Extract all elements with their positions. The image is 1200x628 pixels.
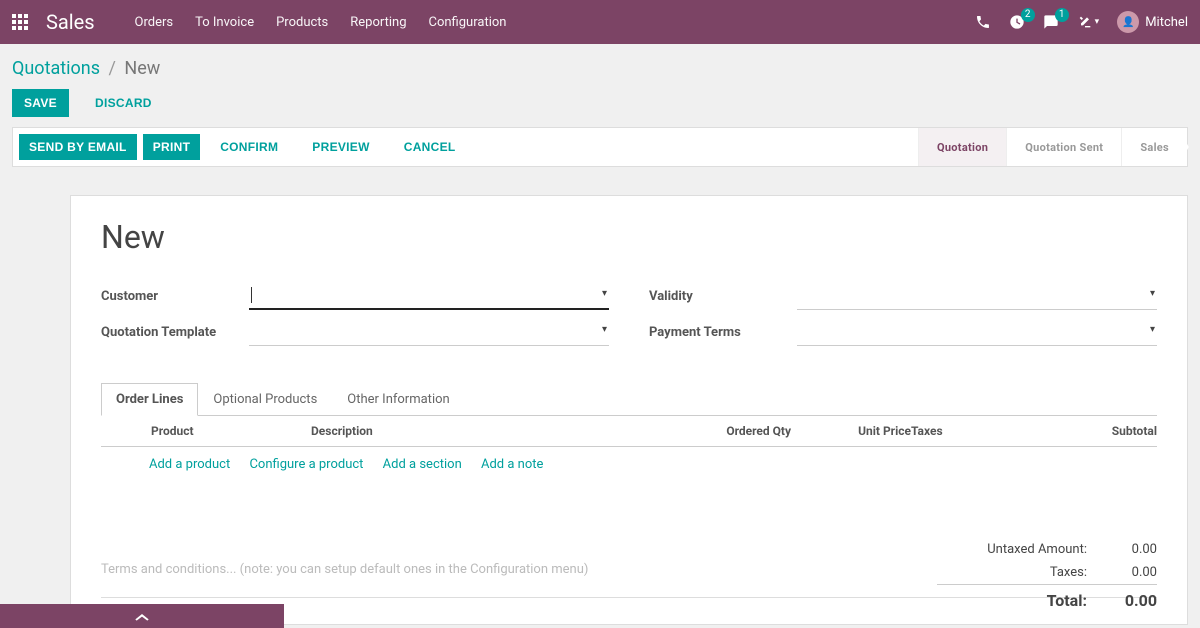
untaxed-amount-label: Untaxed Amount:	[937, 542, 1087, 557]
discuss-badge: 1	[1055, 8, 1069, 22]
confirm-button[interactable]: Confirm	[206, 134, 292, 160]
stage-quotation-sent[interactable]: Quotation Sent	[1006, 128, 1121, 166]
order-lines-header: Product Description Ordered Qty Unit Pri…	[101, 416, 1157, 447]
add-note-link[interactable]: Add a note	[481, 457, 543, 472]
add-section-link[interactable]: Add a section	[383, 457, 462, 472]
user-menu[interactable]: 👤 Mitchel	[1117, 11, 1188, 33]
send-by-email-button[interactable]: Send by Email	[19, 134, 137, 160]
cancel-button[interactable]: Cancel	[390, 134, 470, 160]
stage-indicator: Quotation Quotation Sent Sales	[918, 128, 1187, 166]
chevron-down-icon: ▾	[1150, 324, 1155, 335]
col-product: Product	[151, 424, 311, 438]
breadcrumb-root[interactable]: Quotations	[12, 58, 100, 79]
activities-badge: 2	[1021, 8, 1035, 22]
chevron-up-icon	[134, 611, 150, 621]
quotation-template-label: Quotation Template	[101, 325, 249, 346]
record-title: New	[101, 218, 1157, 256]
menu-products[interactable]: Products	[276, 15, 328, 30]
app-brand[interactable]: Sales	[46, 10, 95, 34]
total-label: Total:	[937, 591, 1087, 610]
customer-label: Customer	[101, 289, 249, 310]
tab-optional-products[interactable]: Optional Products	[198, 383, 332, 416]
notebook-tabs: Order Lines Optional Products Other Info…	[101, 382, 1157, 416]
chevron-down-icon: ▾	[602, 324, 607, 335]
control-bar: Quotations / New Save Discard Send by Em…	[0, 44, 1200, 167]
untaxed-amount-value: 0.00	[1087, 542, 1157, 557]
customer-field[interactable]: ▾	[249, 284, 609, 310]
menu-to-invoice[interactable]: To Invoice	[195, 15, 254, 30]
avatar: 👤	[1117, 11, 1139, 33]
main-menu: Orders To Invoice Products Reporting Con…	[135, 15, 507, 30]
validity-field[interactable]: ▾	[797, 284, 1157, 310]
col-description: Description	[311, 424, 611, 438]
stage-sales[interactable]: Sales	[1121, 128, 1187, 166]
col-unit-price: Unit Price	[791, 424, 911, 438]
save-button[interactable]: Save	[12, 89, 69, 117]
phone-icon[interactable]	[975, 14, 991, 30]
status-bar: Send by Email Print Confirm Preview Canc…	[12, 127, 1188, 167]
discard-button[interactable]: Discard	[83, 89, 164, 117]
breadcrumb: Quotations / New	[12, 58, 1188, 79]
menu-configuration[interactable]: Configuration	[429, 15, 507, 30]
top-nav: Sales Orders To Invoice Products Reporti…	[0, 0, 1200, 44]
taxes-label: Taxes:	[937, 565, 1087, 580]
bottom-expand-bar[interactable]	[0, 604, 284, 628]
preview-button[interactable]: Preview	[298, 134, 383, 160]
activities-icon[interactable]: 2	[1009, 14, 1025, 30]
tools-icon[interactable]: ▾	[1077, 14, 1100, 30]
col-taxes: Taxes	[911, 424, 1051, 438]
quotation-template-field[interactable]: ▾	[249, 320, 609, 346]
add-product-link[interactable]: Add a product	[149, 457, 230, 472]
chevron-down-icon: ▾	[602, 288, 607, 299]
tab-order-lines[interactable]: Order Lines	[101, 383, 198, 416]
payment-terms-label: Payment Terms	[649, 325, 797, 346]
menu-reporting[interactable]: Reporting	[350, 15, 406, 30]
apps-icon[interactable]	[12, 14, 28, 30]
line-actions: Add a product Configure a product Add a …	[101, 447, 1157, 472]
col-ordered-qty: Ordered Qty	[611, 424, 791, 438]
chevron-down-icon: ▾	[1150, 288, 1155, 299]
user-name: Mitchel	[1145, 15, 1188, 30]
form-sheet: New Customer ▾ Quotation Template ▾ Vali…	[70, 195, 1188, 625]
validity-label: Validity	[649, 289, 797, 310]
configure-product-link[interactable]: Configure a product	[249, 457, 363, 472]
taxes-value: 0.00	[1087, 565, 1157, 580]
col-subtotal: Subtotal	[1057, 424, 1157, 438]
breadcrumb-current: New	[124, 58, 160, 79]
print-button[interactable]: Print	[143, 134, 201, 160]
total-value: 0.00	[1087, 591, 1157, 610]
stage-quotation[interactable]: Quotation	[918, 128, 1006, 166]
tab-other-information[interactable]: Other Information	[332, 383, 464, 416]
discuss-icon[interactable]: 1	[1043, 14, 1059, 30]
totals: Untaxed Amount:0.00 Taxes:0.00 Total:0.0…	[937, 538, 1157, 614]
payment-terms-field[interactable]: ▾	[797, 320, 1157, 346]
menu-orders[interactable]: Orders	[135, 15, 174, 30]
